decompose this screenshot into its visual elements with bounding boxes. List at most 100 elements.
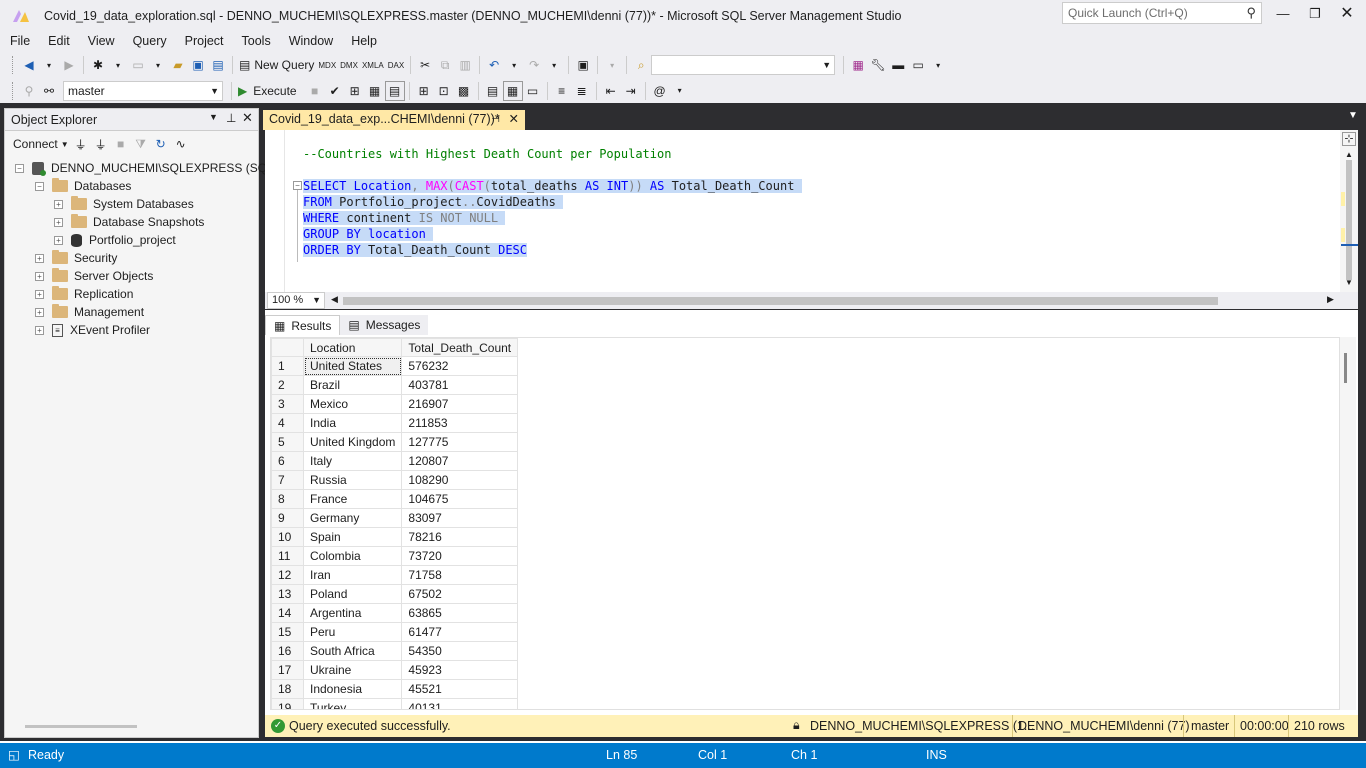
undo-icon[interactable]: ↶ xyxy=(484,55,504,75)
disconnect-icon[interactable]: ⏚ xyxy=(91,134,111,154)
expand-icon[interactable]: + xyxy=(35,307,44,317)
redo-icon[interactable]: ↷ xyxy=(524,55,544,75)
menu-tools[interactable]: Tools xyxy=(233,32,280,50)
scroll-down-icon[interactable]: ▼ xyxy=(1345,278,1353,287)
back-icon[interactable]: ◀ xyxy=(19,55,39,75)
increase-indent-icon[interactable]: ⇥ xyxy=(621,81,641,101)
comment-icon[interactable]: ≡ xyxy=(552,81,572,101)
expand-icon[interactable]: + xyxy=(54,217,63,227)
table-row[interactable]: 12 Iran 71758 xyxy=(271,565,519,585)
table-row[interactable]: 8 France 104675 xyxy=(271,489,519,509)
new-query-button[interactable]: ▤ New Query xyxy=(237,55,316,75)
properties-icon[interactable]: ▦ xyxy=(848,55,868,75)
location-cell[interactable]: Colombia xyxy=(302,546,403,566)
uncomment-icon[interactable]: ≣ xyxy=(572,81,592,101)
query-designer-icon[interactable]: ▦ xyxy=(365,81,385,101)
find-combo[interactable]: ▼ xyxy=(651,55,836,75)
menu-view[interactable]: View xyxy=(79,32,124,50)
specify-template-values-icon[interactable]: @ xyxy=(650,81,670,101)
total-death-count-cell[interactable]: 216907 xyxy=(401,394,519,414)
tab-messages[interactable]: ▤ Messages xyxy=(340,315,429,335)
location-cell[interactable]: India xyxy=(302,413,403,433)
table-row[interactable]: 2 Brazil 403781 xyxy=(271,375,519,395)
table-row[interactable]: 4 India 211853 xyxy=(271,413,519,433)
paste-icon[interactable]: ▥ xyxy=(455,55,475,75)
filter-icon[interactable]: ⧩ xyxy=(131,134,151,154)
table-row[interactable]: 11 Colombia 73720 xyxy=(271,546,519,566)
total-death-count-cell[interactable]: 40131 xyxy=(401,698,519,709)
results-to-file-icon[interactable]: ▭ xyxy=(523,81,543,101)
display-estimated-plan-icon[interactable]: ⊞ xyxy=(345,81,365,101)
connect-icon[interactable]: ⚲ xyxy=(19,81,39,101)
client-statistics-icon[interactable]: ▩ xyxy=(454,81,474,101)
scrollbar-thumb[interactable] xyxy=(1346,160,1352,280)
table-row[interactable]: 17 Ukraine 45923 xyxy=(271,660,519,680)
table-row[interactable]: 5 United Kingdom 127775 xyxy=(271,432,519,452)
tree-node-management[interactable]: + Management xyxy=(35,303,144,321)
add-dropdown-icon[interactable]: ▾ xyxy=(148,55,168,75)
column-header-total-death-count[interactable]: Total_Death_Count xyxy=(401,338,519,357)
location-cell[interactable]: Argentina xyxy=(302,603,403,623)
toolbox-icon[interactable]: ▬ xyxy=(888,55,908,75)
tab-query-document[interactable]: Covid_19_data_exp...CHEMI\denni (77))* ⊣… xyxy=(263,110,525,130)
table-row[interactable]: 3 Mexico 216907 xyxy=(271,394,519,414)
tree-node-security[interactable]: + Security xyxy=(35,249,117,267)
total-death-count-cell[interactable]: 104675 xyxy=(401,489,519,509)
expand-icon[interactable]: + xyxy=(35,325,44,335)
total-death-count-cell[interactable]: 120807 xyxy=(401,451,519,471)
command-window-icon[interactable]: ▭ xyxy=(908,55,928,75)
mdx-query-icon[interactable]: MDX xyxy=(316,55,338,75)
minimize-button[interactable]: — xyxy=(1268,4,1298,26)
location-cell[interactable]: Spain xyxy=(302,527,403,547)
execute-button[interactable]: ▶ Execute xyxy=(236,81,299,101)
total-death-count-cell[interactable]: 83097 xyxy=(401,508,519,528)
total-death-count-cell[interactable]: 576232 xyxy=(401,356,519,376)
table-row[interactable]: 7 Russia 108290 xyxy=(271,470,519,490)
live-query-stats-icon[interactable]: ⊡ xyxy=(434,81,454,101)
refresh-icon[interactable]: ↻ xyxy=(151,134,171,154)
horizontal-scrollbar-thumb[interactable] xyxy=(343,297,1218,305)
table-row[interactable]: 10 Spain 78216 xyxy=(271,527,519,547)
table-row[interactable]: 13 Poland 67502 xyxy=(271,584,519,604)
menu-query[interactable]: Query xyxy=(124,32,176,50)
scroll-up-icon[interactable]: ▲ xyxy=(1345,150,1353,159)
dax-query-icon[interactable]: DAX xyxy=(386,55,406,75)
location-cell[interactable]: Germany xyxy=(302,508,403,528)
location-cell[interactable]: Mexico xyxy=(302,394,403,414)
find-in-files-icon[interactable]: ⌕ xyxy=(631,55,651,75)
location-cell[interactable]: United States xyxy=(302,356,403,376)
location-cell[interactable]: United Kingdom xyxy=(302,432,403,452)
table-row[interactable]: 14 Argentina 63865 xyxy=(271,603,519,623)
location-cell[interactable]: Russia xyxy=(302,470,403,490)
close-button[interactable]: ✕ xyxy=(1332,4,1362,26)
total-death-count-cell[interactable]: 63865 xyxy=(401,603,519,623)
code-collapse-icon[interactable]: − xyxy=(293,181,302,190)
menu-window[interactable]: Window xyxy=(280,32,342,50)
cut-icon[interactable]: ✂ xyxy=(415,55,435,75)
tree-node-xevent-profiler[interactable]: + ≡ XEvent Profiler xyxy=(35,321,150,339)
activity-icon[interactable]: ∿ xyxy=(171,134,191,154)
tree-node-system-databases[interactable]: + System Databases xyxy=(54,195,194,213)
database-select[interactable]: master ▼ xyxy=(63,80,223,101)
location-cell[interactable]: Poland xyxy=(302,584,403,604)
total-death-count-cell[interactable]: 67502 xyxy=(401,584,519,604)
wrench-icon[interactable]: 🔧︎ xyxy=(868,55,888,75)
xmla-query-icon[interactable]: XMLA xyxy=(360,55,386,75)
location-cell[interactable]: Peru xyxy=(302,622,403,642)
decrease-indent-icon[interactable]: ⇤ xyxy=(601,81,621,101)
solution-config-dropdown-icon[interactable]: ▾ xyxy=(602,55,622,75)
results-to-grid-icon[interactable]: ▦ xyxy=(502,80,523,101)
toolbar-overflow-icon[interactable]: ▾ xyxy=(670,81,690,101)
total-death-count-cell[interactable]: 45923 xyxy=(401,660,519,680)
split-icon[interactable]: ⊹ xyxy=(1342,132,1356,146)
parse-icon[interactable]: ✔ xyxy=(325,81,345,101)
tree-node-databases[interactable]: − Databases xyxy=(35,177,131,195)
scroll-left-icon[interactable]: ◀ xyxy=(331,294,338,305)
back-dropdown-icon[interactable]: ▾ xyxy=(39,55,59,75)
table-row[interactable]: 19 Turkey 40131 xyxy=(271,698,519,709)
total-death-count-cell[interactable]: 73720 xyxy=(401,546,519,566)
connect-dropdown[interactable]: Connect ▼ xyxy=(11,134,71,154)
quick-launch-input[interactable]: Quick Launch (Ctrl+Q) ⚲ xyxy=(1062,2,1262,24)
collapse-icon[interactable]: − xyxy=(15,163,24,173)
forward-icon[interactable]: ▶ xyxy=(59,55,79,75)
